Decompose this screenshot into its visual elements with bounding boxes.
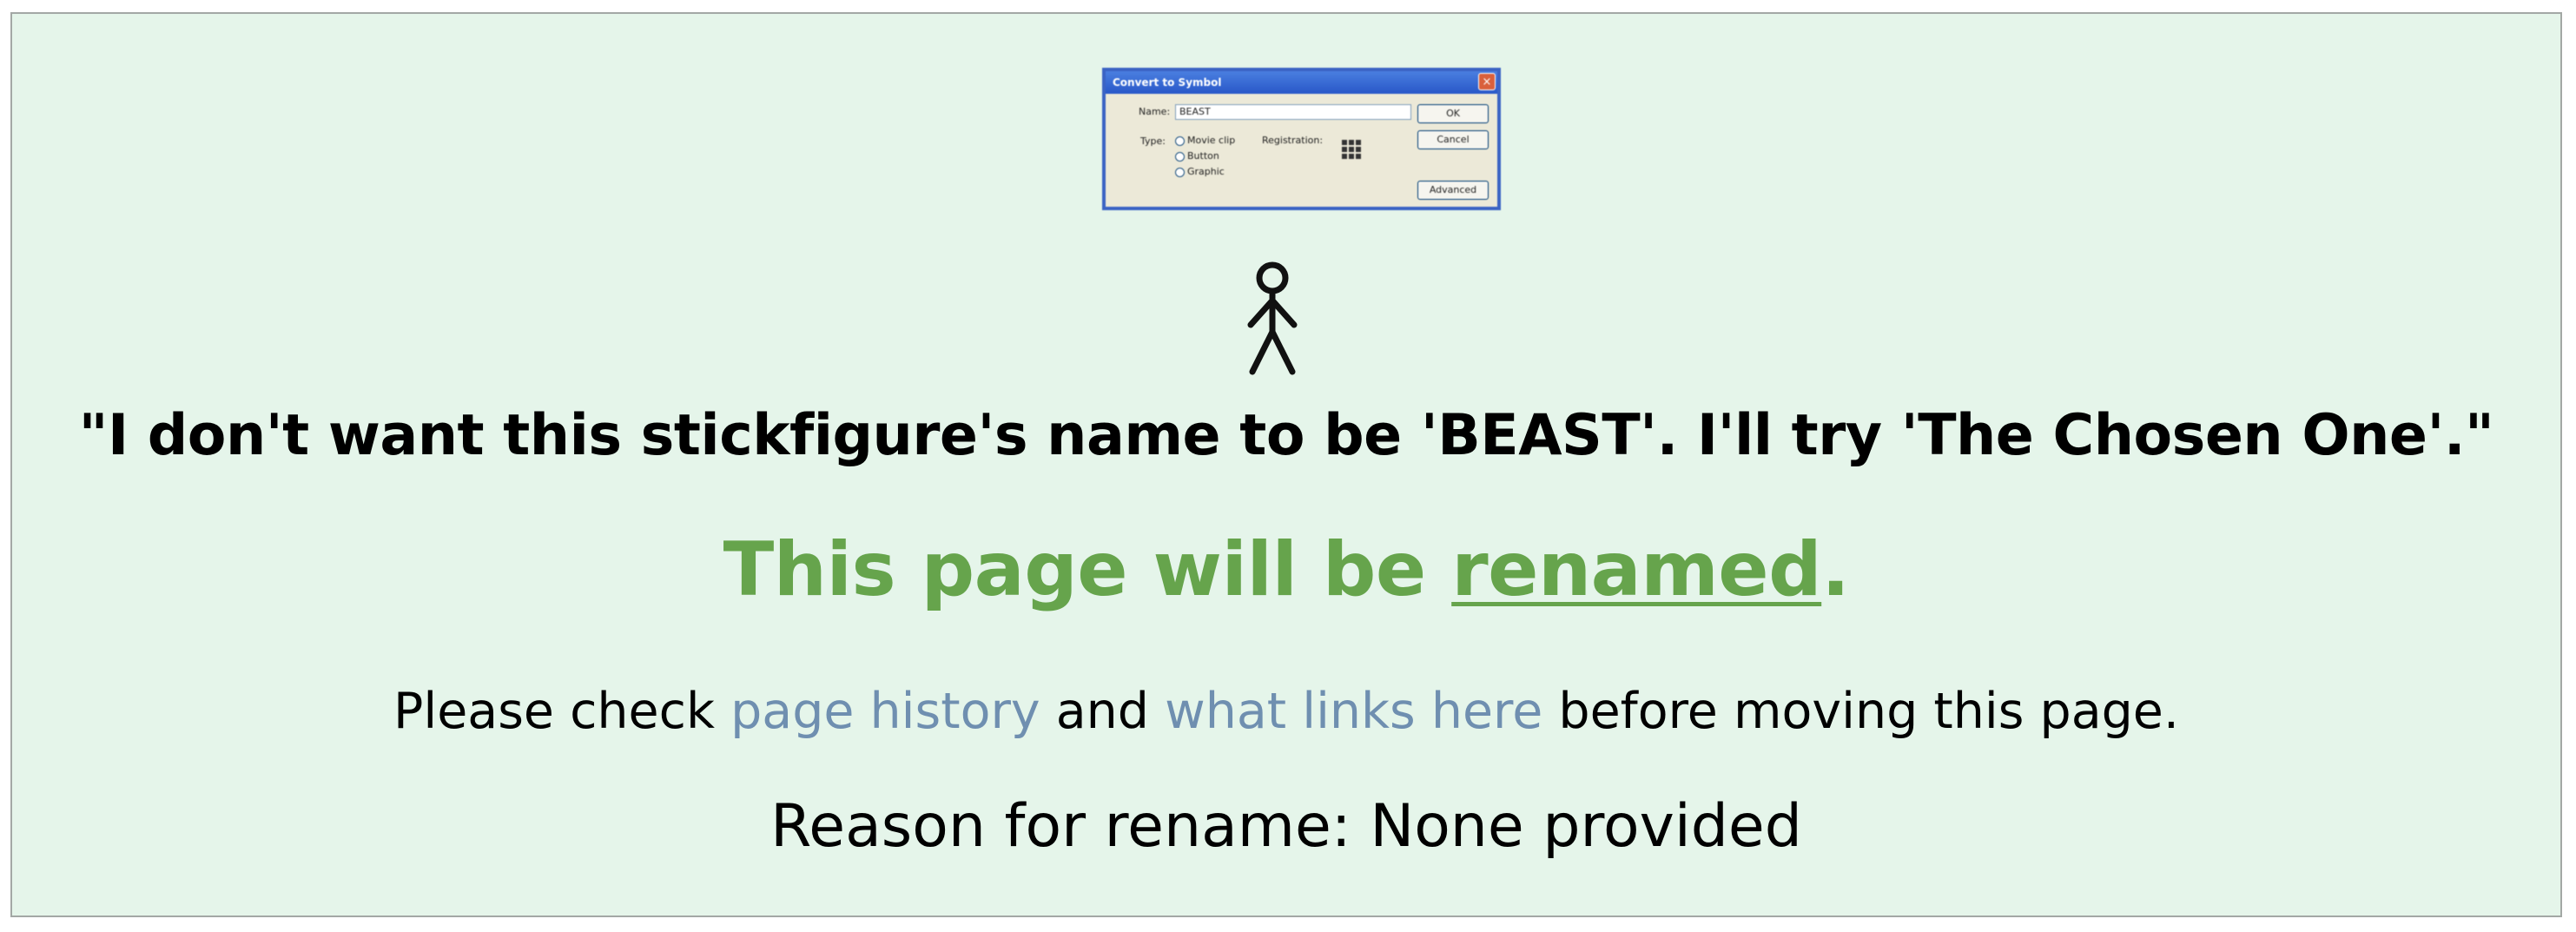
quote-text: "I don't want this stickfigure's name to… [78, 403, 2494, 468]
dialog-title: Convert to Symbol [1106, 71, 1497, 94]
dialog-radio-icon [1175, 136, 1185, 146]
dialog-cancel-button: Cancel [1417, 130, 1489, 149]
rename-notice-box: Convert to Symbol × Name: BEAST Type: Mo… [10, 12, 2562, 917]
rename-reason: Reason for rename: None provided [770, 792, 1802, 861]
dialog-advanced-button: Advanced [1417, 181, 1489, 200]
dialog-type-option: Movie clip [1187, 135, 1236, 146]
dialog-close-icon: × [1478, 73, 1496, 90]
dialog-radio-icon [1175, 152, 1185, 162]
instructions-text: and [1040, 683, 1166, 740]
renamed-link[interactable]: renamed [1451, 526, 1822, 613]
dialog-type-option: Button [1187, 150, 1219, 162]
dialog-radio-icon [1175, 168, 1185, 177]
instructions-text: Please check [393, 683, 731, 740]
dialog-ok-button: OK [1417, 104, 1489, 123]
headline-suffix: . [1821, 526, 1850, 613]
stickfigure-icon [1247, 261, 1298, 375]
rename-headline: This page will be renamed. [12, 526, 2560, 613]
dialog-name-field: BEAST [1175, 104, 1411, 120]
rename-instructions: Please check page history and what links… [12, 683, 2560, 740]
dialog-registration-label: Registration: [1262, 135, 1324, 146]
dialog-type-option: Graphic [1187, 166, 1225, 177]
headline-prefix: This page will be [723, 526, 1452, 613]
what-links-here-link[interactable]: what links here [1165, 683, 1542, 740]
dialog-type-label: Type: [1140, 136, 1166, 147]
dialog-name-label: Name: [1139, 106, 1171, 117]
page-history-link[interactable]: page history [730, 683, 1040, 740]
instructions-text: before moving this page. [1542, 683, 2179, 740]
convert-to-symbol-dialog-image: Convert to Symbol × Name: BEAST Type: Mo… [1102, 68, 1501, 210]
registration-grid-icon [1342, 140, 1361, 159]
